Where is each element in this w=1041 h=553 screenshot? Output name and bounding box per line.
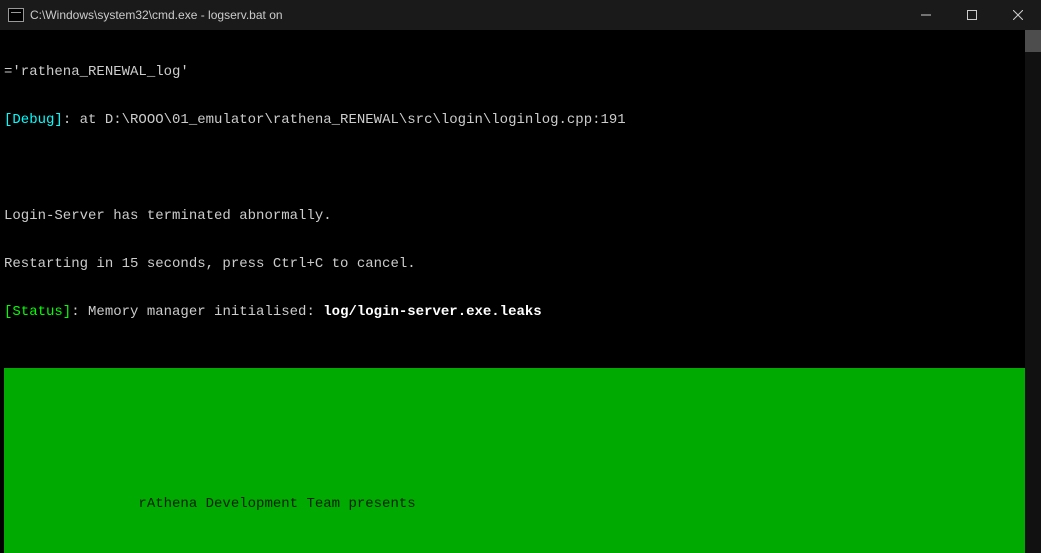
close-button[interactable] <box>995 0 1041 30</box>
log-line: ='rathena_RENEWAL_log' <box>4 64 1037 80</box>
log-line: [Status]: Memory manager initialised: lo… <box>4 304 1037 320</box>
scrollbar[interactable] <box>1025 30 1041 553</box>
cmd-icon <box>8 8 24 22</box>
terminal-output[interactable]: ='rathena_RENEWAL_log' [Debug]: at D:\RO… <box>0 30 1041 553</box>
window-title: C:\Windows\system32\cmd.exe - logserv.ba… <box>30 8 903 22</box>
banner-presents: rAthena Development Team presents <box>4 496 1037 512</box>
status-tag: [Status] <box>4 304 71 320</box>
ascii-banner: rAthena Development Team presents ___ __… <box>4 368 1037 553</box>
window-buttons <box>903 0 1041 30</box>
minimize-button[interactable] <box>903 0 949 30</box>
log-line: Restarting in 15 seconds, press Ctrl+C t… <box>4 256 1037 272</box>
debug-tag: [Debug] <box>4 112 63 128</box>
log-line <box>4 160 1037 176</box>
titlebar[interactable]: C:\Windows\system32\cmd.exe - logserv.ba… <box>0 0 1041 30</box>
maximize-button[interactable] <box>949 0 995 30</box>
log-line: [Debug]: at D:\ROOO\01_emulator\rathena_… <box>4 112 1037 128</box>
cmd-window: C:\Windows\system32\cmd.exe - logserv.ba… <box>0 0 1041 553</box>
log-line: Login-Server has terminated abnormally. <box>4 208 1037 224</box>
scrollbar-thumb[interactable] <box>1025 30 1041 52</box>
